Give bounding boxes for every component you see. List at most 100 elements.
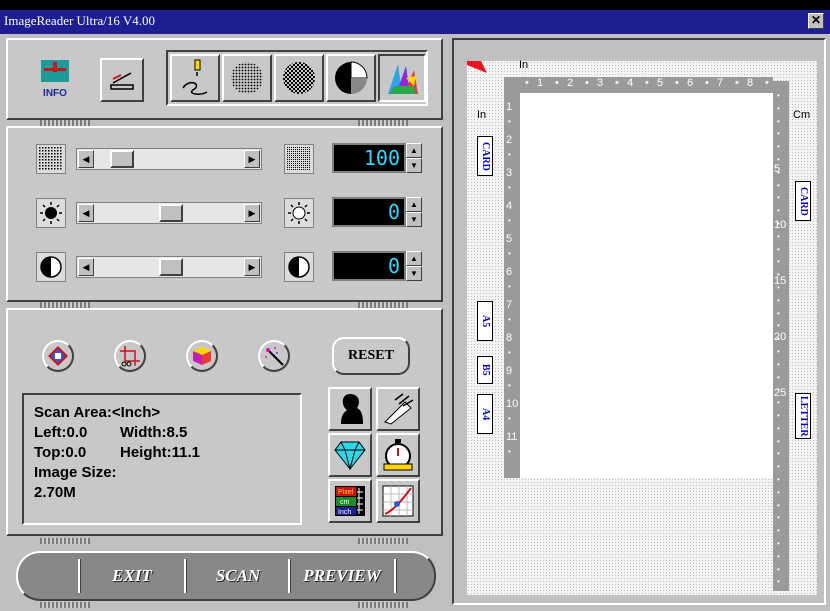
- resolution-thumb[interactable]: [109, 150, 134, 168]
- slider-right-arrow-icon[interactable]: ▶: [244, 258, 260, 276]
- ruler-dot: •: [777, 539, 780, 548]
- ruler-dot: •: [735, 77, 739, 89]
- spin-up-icon[interactable]: ▲: [406, 143, 422, 158]
- card-size-tag[interactable]: CARD: [477, 136, 493, 176]
- scanner-button[interactable]: [100, 58, 144, 102]
- ruler-dot: •: [777, 193, 780, 203]
- line-art-button[interactable]: [170, 54, 220, 102]
- card-size-tag-right[interactable]: CARD: [795, 181, 811, 221]
- top-value: Top:0.0: [34, 444, 87, 461]
- left-tick-label: 4: [506, 200, 513, 212]
- halftone-button[interactable]: [222, 54, 272, 102]
- preview-button[interactable]: PREVIEW: [292, 559, 392, 593]
- divider-marker: [40, 602, 90, 608]
- scan-area[interactable]: [520, 93, 773, 478]
- slider-right-arrow-icon[interactable]: ▶: [244, 204, 260, 222]
- curve-button[interactable]: [376, 479, 420, 523]
- action-bar: EXIT SCAN PREVIEW: [16, 551, 436, 601]
- ruler-dot: •: [777, 411, 780, 420]
- top-tick-label: 2: [567, 77, 574, 89]
- spin-down-icon[interactable]: ▼: [406, 212, 422, 227]
- brightness-slider[interactable]: ◀ ▶: [76, 202, 262, 224]
- crop-button[interactable]: [114, 340, 146, 372]
- resolution-value[interactable]: 100: [332, 143, 406, 173]
- close-button[interactable]: ✕: [808, 13, 824, 29]
- color-cube-button[interactable]: [186, 340, 218, 372]
- ruler-dot: •: [508, 150, 511, 159]
- slider-left-arrow-icon[interactable]: ◀: [78, 150, 94, 168]
- ruler-dot: •: [777, 385, 780, 395]
- right-tick-label: 25: [774, 387, 787, 399]
- ruler-dot: •: [508, 216, 511, 225]
- scan-button[interactable]: SCAN: [188, 559, 288, 593]
- sun-dark-icon: [36, 198, 66, 228]
- ruler-dot: •: [777, 116, 780, 126]
- left-tick-label: 6: [506, 266, 513, 278]
- letter-size-tag[interactable]: LETTER: [795, 393, 811, 439]
- brightness-spinner[interactable]: ▲ ▼: [406, 197, 422, 227]
- knife-icon: [384, 393, 414, 425]
- resolution-spinner[interactable]: ▲ ▼: [406, 143, 422, 173]
- brightness-thumb[interactable]: [159, 204, 184, 222]
- right-tick-label: 20: [774, 331, 787, 343]
- ruler-dot: •: [777, 347, 780, 356]
- magic-wand-button[interactable]: [258, 340, 290, 372]
- ruler-dot: •: [777, 449, 780, 459]
- units-button[interactable]: Pixel cm Inch: [328, 479, 372, 523]
- app-body: INFO ◀ ▶ 100 ▲ ▼ ◀ ▶ 0 ▲ ▼ ◀ ▶ 0 ▲ ▼ RES…: [0, 34, 830, 611]
- contrast-thumb[interactable]: [159, 258, 184, 276]
- divider-marker: [358, 602, 408, 608]
- preview-canvas[interactable]: In In Cm CARD A5 B5 A4 CARD LETTER 1 2 3 4 5…: [467, 59, 817, 599]
- diamond-icon: [334, 441, 366, 470]
- contrast-slider[interactable]: ◀ ▶: [76, 256, 262, 278]
- portrait-button[interactable]: [328, 387, 372, 431]
- scanner-icon: [110, 72, 134, 90]
- ruler-dot: •: [508, 183, 511, 192]
- color-cube-icon: [193, 347, 211, 365]
- knife-button[interactable]: [376, 387, 420, 431]
- brightness-value[interactable]: 0: [332, 197, 406, 227]
- sun-light-icon: [284, 198, 314, 228]
- spin-down-icon[interactable]: ▼: [406, 266, 422, 281]
- info-button[interactable]: INFO: [32, 56, 78, 102]
- resolution-slider[interactable]: ◀ ▶: [76, 148, 262, 170]
- slider-right-arrow-icon[interactable]: ▶: [244, 150, 260, 168]
- top-tick-label: 5: [657, 77, 664, 89]
- ruler-dot: •: [675, 77, 679, 89]
- height-value: Height:11.1: [120, 444, 201, 461]
- ruler-dot: •: [777, 155, 780, 164]
- contrast-spinner[interactable]: ▲ ▼: [406, 251, 422, 281]
- ruler-dot: •: [777, 206, 780, 216]
- dither-button[interactable]: [274, 54, 324, 102]
- ruler-dot: •: [508, 447, 511, 456]
- reset-button[interactable]: RESET: [332, 337, 410, 375]
- b5-size-tag[interactable]: B5: [477, 356, 493, 384]
- adjust-panel: ◀ ▶ 100 ▲ ▼ ◀ ▶ 0 ▲ ▼ ◀ ▶ 0 ▲ ▼: [6, 126, 443, 302]
- a4-size-tag[interactable]: A4: [477, 394, 493, 434]
- a5-size-tag[interactable]: A5: [477, 301, 493, 341]
- svg-text:Pixel: Pixel: [338, 489, 354, 496]
- slider-left-arrow-icon[interactable]: ◀: [78, 204, 94, 222]
- control-panel: INFO ◀ ▶ 100 ▲ ▼ ◀ ▶ 0 ▲ ▼ ◀ ▶ 0 ▲ ▼ RES…: [6, 38, 443, 608]
- ruler-dot: •: [777, 257, 780, 267]
- grayscale-button[interactable]: [326, 54, 376, 102]
- contrast-light-icon: [284, 252, 314, 282]
- magic-wand-icon: [265, 347, 284, 366]
- color-button[interactable]: [378, 54, 426, 102]
- diamond-button[interactable]: [328, 433, 372, 477]
- auto-area-button[interactable]: [42, 340, 74, 372]
- left-tick-label: 10: [506, 398, 519, 410]
- spin-up-icon[interactable]: ▲: [406, 251, 422, 266]
- spin-down-icon[interactable]: ▼: [406, 158, 422, 173]
- exit-button[interactable]: EXIT: [82, 559, 182, 593]
- left-tick-label: 8: [506, 332, 513, 344]
- slider-left-arrow-icon[interactable]: ◀: [78, 258, 94, 276]
- window-title: ImageReader Ultra/16 V4.00: [4, 13, 156, 28]
- ruler-dot: •: [777, 462, 780, 472]
- contrast-value[interactable]: 0: [332, 251, 406, 281]
- ruler-dot: •: [777, 103, 780, 113]
- ruler-dot: •: [777, 180, 780, 190]
- spin-up-icon[interactable]: ▲: [406, 197, 422, 212]
- ruler-dot: •: [777, 295, 780, 305]
- stopwatch-button[interactable]: [376, 433, 420, 477]
